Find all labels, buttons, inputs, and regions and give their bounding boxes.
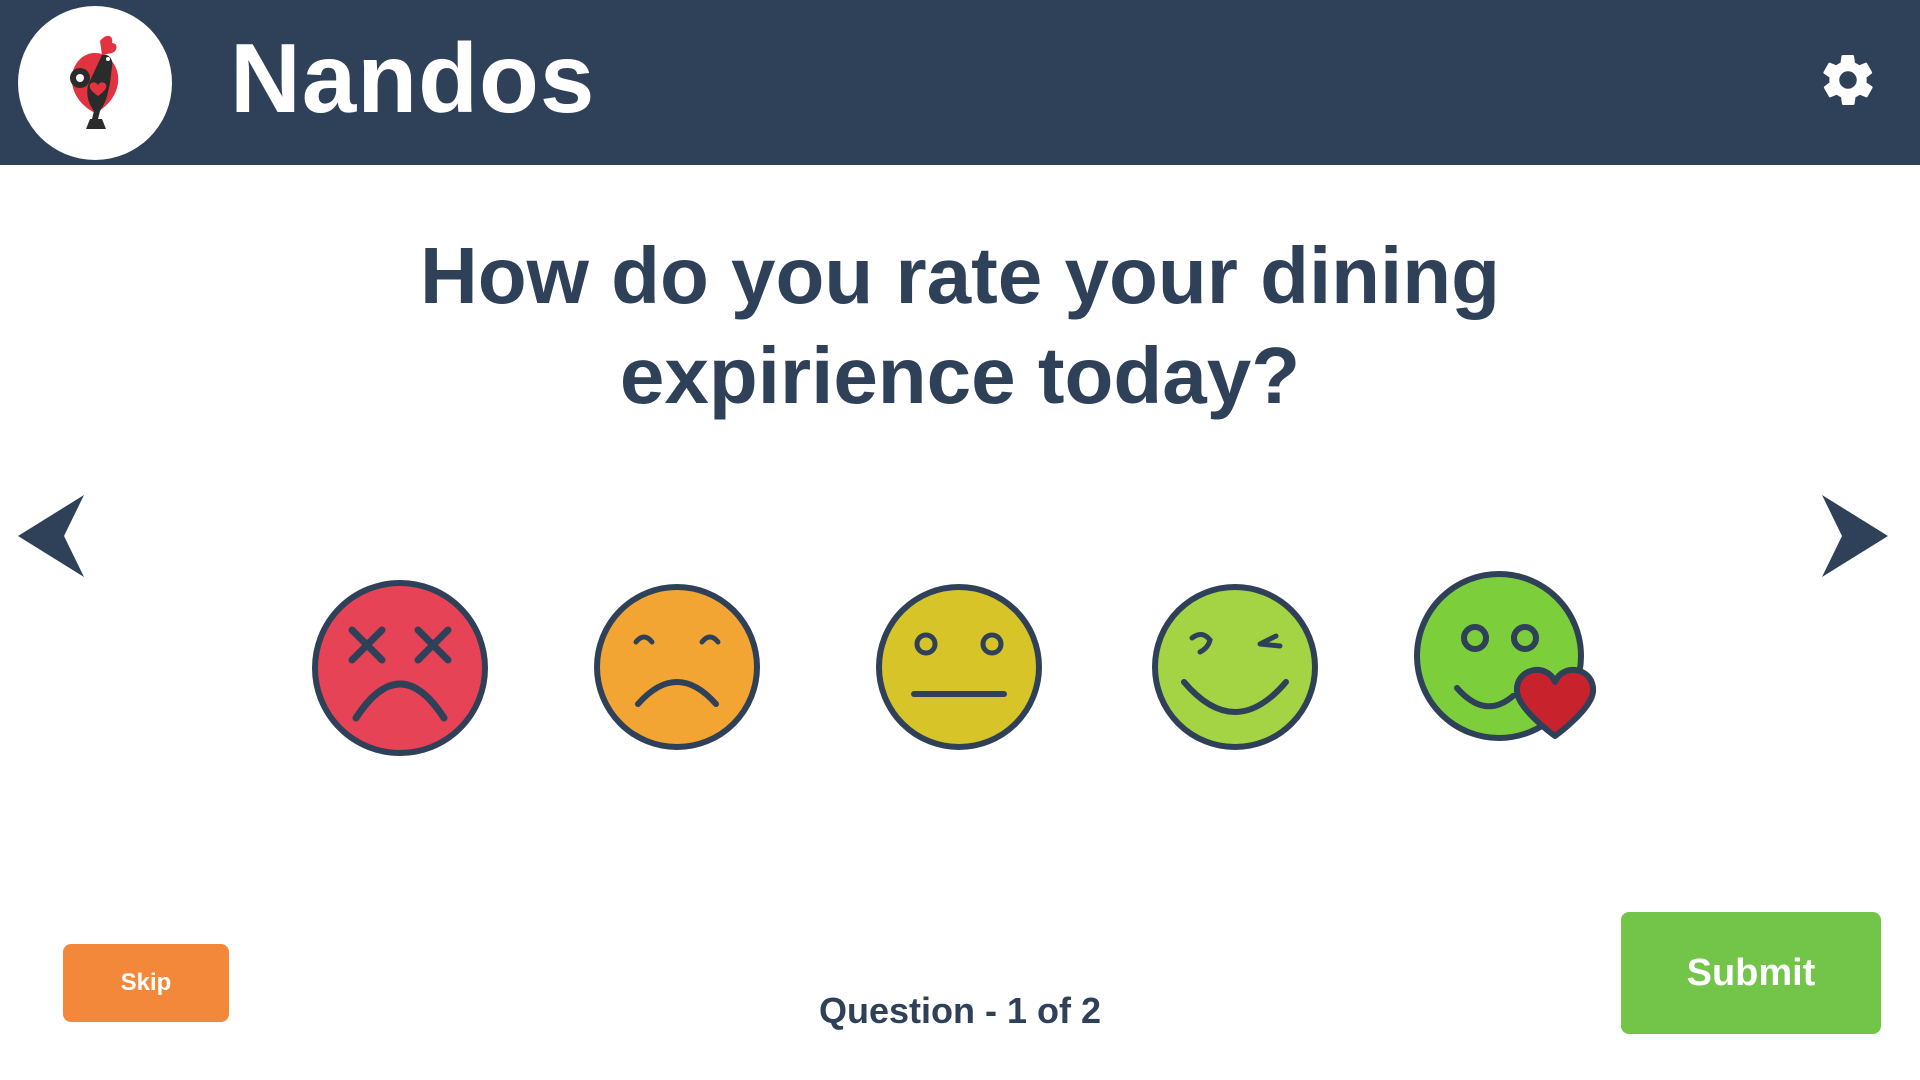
- survey-question: How do you rate your dining expirience t…: [420, 231, 1500, 420]
- rating-options: [0, 570, 1920, 770]
- sad-face-icon[interactable]: [592, 582, 762, 757]
- rooster-logo-icon: [18, 6, 172, 160]
- love-face-icon[interactable]: [1413, 570, 1613, 775]
- chevron-left-icon[interactable]: [18, 495, 88, 577]
- wink-face-icon[interactable]: [1150, 582, 1320, 757]
- submit-button[interactable]: Submit: [1621, 912, 1881, 1034]
- gear-icon[interactable]: [1818, 50, 1878, 110]
- neutral-face-icon[interactable]: [874, 582, 1044, 757]
- chevron-right-icon[interactable]: [1818, 495, 1888, 577]
- skip-button[interactable]: Skip: [63, 944, 229, 1022]
- brand-title: Nandos: [230, 23, 596, 133]
- app-header: Nandos: [0, 0, 1920, 165]
- dizzy-face-icon[interactable]: [310, 578, 490, 763]
- question-progress: Question - 1 of 2: [818, 990, 1102, 1031]
- survey-screen: Nandos How do you rate your dining expir…: [0, 0, 1920, 1080]
